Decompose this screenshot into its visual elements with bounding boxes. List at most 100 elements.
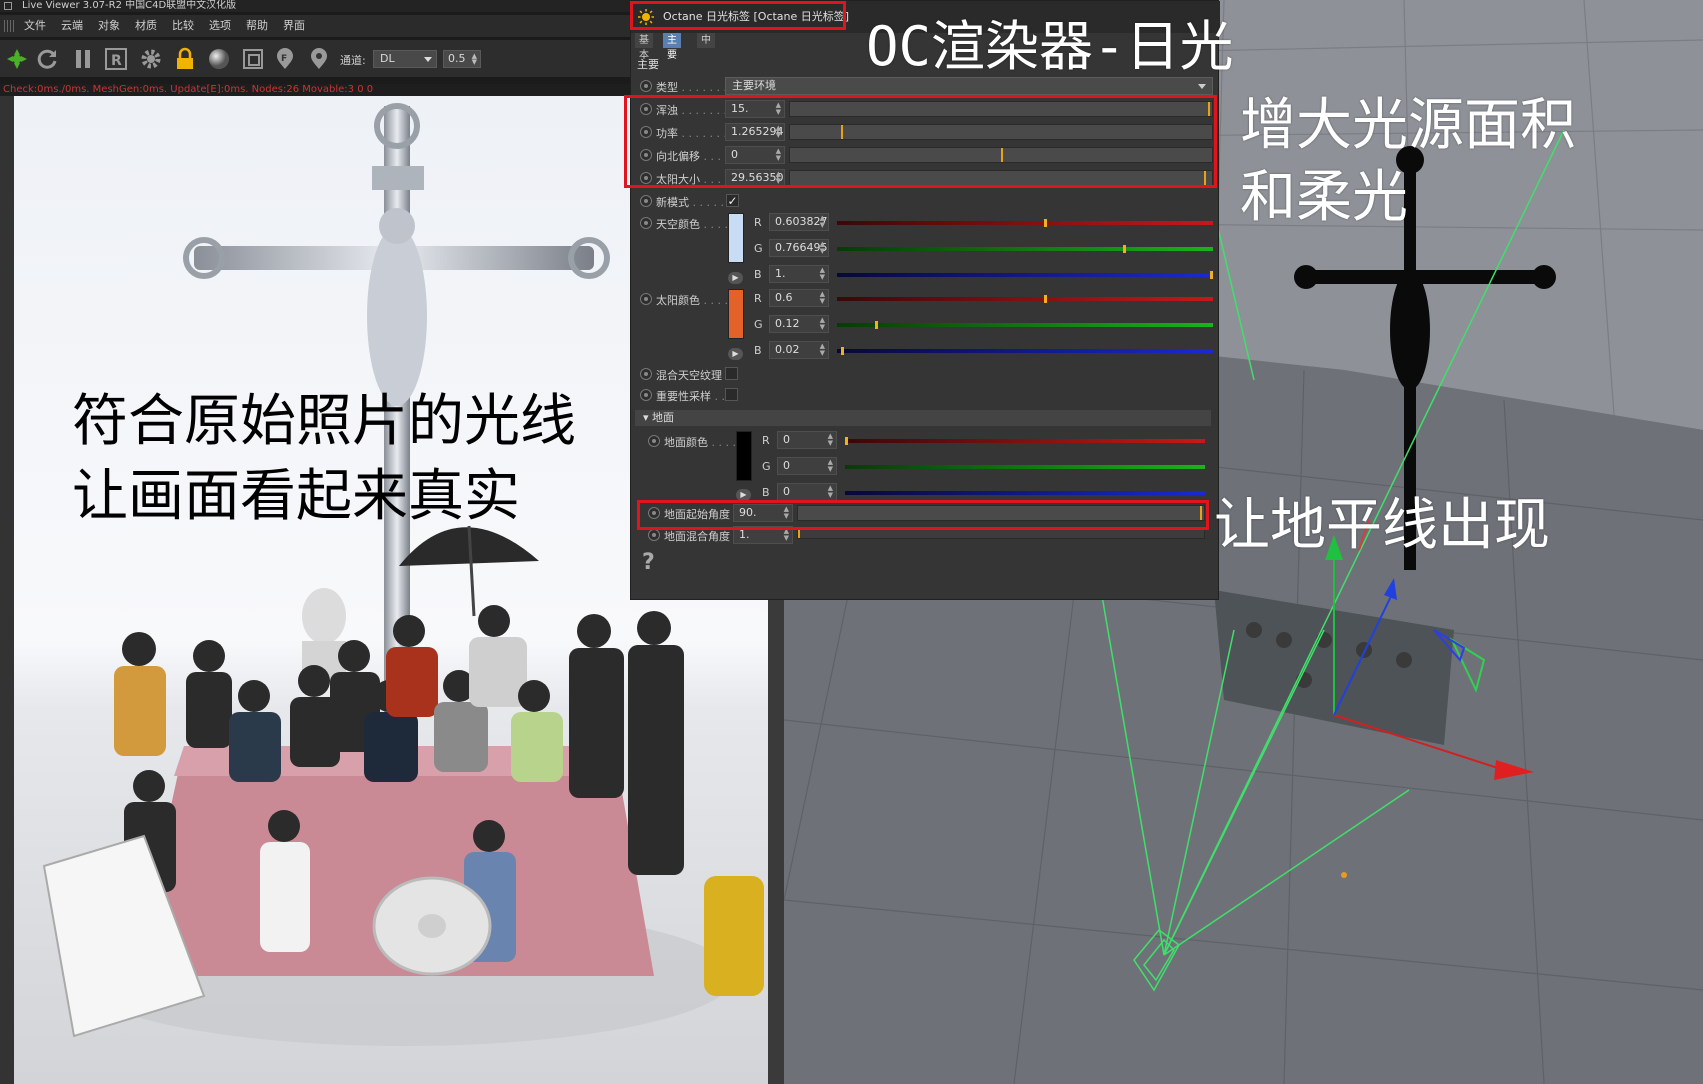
collapse-triangle-icon: ▾ xyxy=(643,411,653,424)
sun-g-slider[interactable] xyxy=(837,321,1213,329)
mix-sky-texture-label: 混合天空纹理 xyxy=(656,369,722,382)
ground-b-input[interactable]: 0 ▲ ▼ xyxy=(777,483,837,501)
help-icon[interactable]: ? xyxy=(642,550,655,575)
refresh-icon[interactable] xyxy=(35,46,61,72)
sky-g-input[interactable]: 0.766495 ▲ ▼ xyxy=(769,239,829,257)
annotation-sun-size-line2: 和柔光 xyxy=(1240,165,1408,230)
radio-icon[interactable] xyxy=(648,435,660,447)
annotation-title: OC渲染器-日光 xyxy=(866,15,1234,78)
new-mode-label: 新模式 . . . . . . xyxy=(656,196,731,209)
radio-icon[interactable] xyxy=(640,80,652,92)
focus-pin-icon[interactable]: F xyxy=(272,46,298,72)
octane-logo-icon[interactable] xyxy=(4,46,30,72)
sky-b-slider[interactable] xyxy=(837,271,1213,279)
section-header-main: 主要 xyxy=(637,58,659,71)
sky-color-swatch[interactable] xyxy=(728,213,744,263)
menu-compare[interactable]: 比较 xyxy=(172,15,194,37)
slider-handle[interactable] xyxy=(1044,219,1047,227)
radio-icon[interactable] xyxy=(640,195,652,207)
menu-file[interactable]: 文件 xyxy=(24,15,46,37)
live-viewer-menubar: 文件 云端 对象 材质 比较 选项 帮助 界面 xyxy=(0,15,633,37)
tab-main[interactable]: 主要 xyxy=(663,33,681,61)
material-ball-icon[interactable] xyxy=(206,46,232,72)
ground-blend-angle-slider[interactable] xyxy=(797,529,1205,539)
ground-b-slider[interactable] xyxy=(845,491,1205,495)
radio-icon[interactable] xyxy=(640,368,652,380)
ground-r-letter: R xyxy=(762,434,770,447)
ground-g-slider[interactable] xyxy=(845,465,1205,469)
menu-cloud[interactable]: 云端 xyxy=(61,15,83,37)
sun-color-label: 太阳颜色 . . . . xyxy=(656,294,728,307)
expand-arrow-icon[interactable]: ▶ xyxy=(728,348,743,360)
sun-g-input[interactable]: 0.12 ▲ ▼ xyxy=(769,315,829,333)
radio-icon[interactable] xyxy=(640,293,652,305)
annotation-photo-line1: 符合原始照片的光线 xyxy=(72,389,576,454)
sun-b-input[interactable]: 0.02 ▲ ▼ xyxy=(769,341,829,359)
sun-r-slider[interactable] xyxy=(837,295,1213,303)
menu-grip-icon xyxy=(4,20,14,32)
render-region-icon[interactable]: R xyxy=(103,46,129,72)
ground-r-input[interactable]: 0 ▲ ▼ xyxy=(777,431,837,449)
channel-value-input[interactable]: 0.5 ▲ ▼ xyxy=(443,50,481,68)
sky-g-slider[interactable] xyxy=(837,245,1213,253)
new-mode-checkbox[interactable]: ✓ xyxy=(726,194,739,207)
pick-pin-icon[interactable] xyxy=(306,46,332,72)
importance-sampling-label: 重要性采样 . . . xyxy=(656,390,732,403)
render-frame-left xyxy=(0,96,14,1084)
sky-r-input[interactable]: 0.603827 ▲ ▼ xyxy=(769,213,829,231)
spinner-icon[interactable]: ▲ ▼ xyxy=(472,53,477,66)
menu-help[interactable]: 帮助 xyxy=(246,15,268,37)
sun-color-swatch[interactable] xyxy=(728,289,744,339)
sun-g-letter: G xyxy=(754,318,763,331)
ground-group-label: 地面 xyxy=(652,411,675,424)
highlight-main-params xyxy=(624,95,1217,188)
ground-group-header[interactable]: ▾ 地面 xyxy=(635,410,1211,426)
tab-basic[interactable]: 基本 xyxy=(635,33,653,61)
screen: { "live_viewer": { "title": "Live Viewer… xyxy=(0,0,1703,1084)
mix-sky-texture-checkbox[interactable] xyxy=(725,367,738,380)
live-viewer-title-bar: Live Viewer 3.07-R2 中国C4D联盟中文汉化版 xyxy=(0,0,633,12)
sky-color-label: 天空颜色 . . . . xyxy=(656,218,728,231)
chevron-down-icon xyxy=(424,57,432,62)
sun-b-slider[interactable] xyxy=(837,347,1213,355)
menu-material[interactable]: 材质 xyxy=(135,15,157,37)
tab-middle[interactable]: 中 xyxy=(697,33,715,48)
sky-b-letter: B xyxy=(754,268,762,281)
live-viewer-title: Live Viewer 3.07-R2 中国C4D联盟中文汉化版 xyxy=(22,0,237,11)
settings-gear-icon[interactable] xyxy=(138,46,164,72)
channel-select[interactable]: DL xyxy=(373,50,437,68)
window-icon xyxy=(4,2,12,10)
annotation-sun-size-line1: 增大光源面积 xyxy=(1240,93,1576,158)
sun-r-input[interactable]: 0.6 ▲ ▼ xyxy=(769,289,829,307)
ground-blend-angle-label: 地面混合角度 xyxy=(664,530,730,543)
slider-handle[interactable] xyxy=(798,530,800,538)
region-box-icon[interactable] xyxy=(240,46,266,72)
annotation-photo-line2: 让画面看起来真实 xyxy=(72,464,520,529)
menu-interface[interactable]: 界面 xyxy=(283,15,305,37)
slider-handle[interactable] xyxy=(841,347,844,355)
slider-handle[interactable] xyxy=(1044,295,1047,303)
radio-icon[interactable] xyxy=(640,389,652,401)
slider-handle[interactable] xyxy=(845,437,848,445)
type-dropdown-value: 主要环境 xyxy=(732,79,776,92)
radio-icon[interactable] xyxy=(640,217,652,229)
svg-text:R: R xyxy=(111,53,122,69)
radio-icon[interactable] xyxy=(648,529,660,541)
menu-object[interactable]: 对象 xyxy=(98,15,120,37)
live-viewer-toolbar: R F 通道: DL 0.5 ▲ ▼ xyxy=(0,40,633,78)
channel-label: 通道: xyxy=(340,54,366,67)
expand-arrow-icon[interactable]: ▶ xyxy=(728,272,743,284)
ground-color-swatch[interactable] xyxy=(736,431,752,481)
slider-handle[interactable] xyxy=(1123,245,1126,253)
menu-options[interactable]: 选项 xyxy=(209,15,231,37)
ground-g-input[interactable]: 0 ▲ ▼ xyxy=(777,457,837,475)
slider-handle[interactable] xyxy=(1210,271,1213,279)
lock-icon[interactable] xyxy=(172,46,198,72)
pause-icon[interactable] xyxy=(70,46,96,72)
sky-b-input[interactable]: 1. ▲ ▼ xyxy=(769,265,829,283)
ground-r-slider[interactable] xyxy=(845,437,1205,445)
sky-r-slider[interactable] xyxy=(837,219,1213,227)
slider-handle[interactable] xyxy=(875,321,878,329)
importance-sampling-checkbox[interactable] xyxy=(725,388,738,401)
ground-b-letter: B xyxy=(762,486,770,499)
